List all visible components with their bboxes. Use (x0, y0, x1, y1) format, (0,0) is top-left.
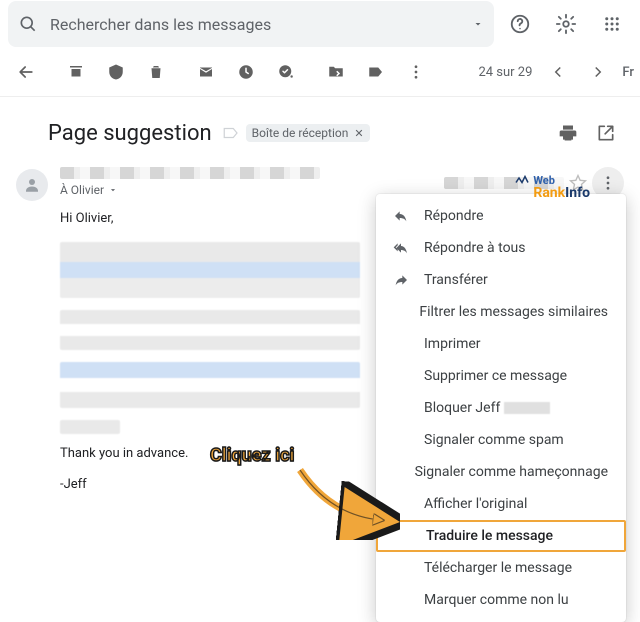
annotation-arrow (290, 460, 400, 540)
forward-icon (392, 272, 410, 288)
menu-translate-message[interactable]: Traduire le message (376, 520, 626, 552)
inbox-chip-remove-icon[interactable]: ✕ (354, 127, 363, 140)
search-icon (18, 14, 38, 34)
inbox-chip[interactable]: Boîte de réception ✕ (246, 124, 370, 142)
subject-title: Page suggestion (48, 121, 212, 146)
watermark-webrankinfo: Web RankInfo (533, 174, 590, 200)
sender-avatar (16, 169, 48, 201)
search-placeholder: Rechercher dans les messages (50, 15, 472, 34)
menu-print[interactable]: Imprimer (376, 328, 626, 360)
menu-report-spam[interactable]: Signaler comme spam (376, 424, 626, 456)
message-context-menu: Répondre Répondre à tous Transférer Filt… (376, 194, 626, 622)
menu-reply-all[interactable]: Répondre à tous (376, 232, 626, 264)
label-outline-icon (222, 124, 240, 142)
menu-block-sender[interactable]: Bloquer Jeff (376, 392, 626, 424)
snooze-button[interactable] (226, 52, 266, 92)
open-new-window-button[interactable] (588, 115, 624, 151)
body-redacted-block (60, 420, 120, 434)
more-actions-button[interactable] (396, 52, 436, 92)
delete-button[interactable] (136, 52, 176, 92)
inbox-chip-label: Boîte de réception (252, 126, 349, 140)
body-redacted-block (60, 242, 360, 298)
menu-reply[interactable]: Répondre (376, 200, 626, 232)
block-sender-name-redacted (504, 402, 550, 414)
newer-button[interactable] (578, 52, 618, 92)
menu-show-original[interactable]: Afficher l'original (376, 488, 626, 520)
menu-filter-similar[interactable]: Filtrer les messages similaires (376, 296, 626, 328)
report-spam-button[interactable] (96, 52, 136, 92)
menu-mark-unread[interactable]: Marquer comme non lu (376, 584, 626, 616)
sender-name-redacted (60, 167, 320, 179)
message-counter: 24 sur 29 (478, 65, 532, 80)
add-to-tasks-button[interactable] (266, 52, 306, 92)
back-arrow-button[interactable] (6, 52, 46, 92)
reply-icon (392, 208, 410, 224)
body-redacted-block (60, 310, 360, 350)
archive-button[interactable] (56, 52, 96, 92)
menu-report-phishing[interactable]: Signaler comme hameçonnage (376, 456, 626, 488)
older-button[interactable] (538, 52, 578, 92)
mark-unread-button[interactable] (186, 52, 226, 92)
move-to-button[interactable] (316, 52, 356, 92)
settings-gear-icon[interactable] (546, 4, 586, 44)
body-redacted-block (60, 362, 360, 408)
menu-delete-message[interactable]: Supprimer ce message (376, 360, 626, 392)
menu-forward[interactable]: Transférer (376, 264, 626, 296)
print-button[interactable] (550, 115, 586, 151)
apps-grid-icon[interactable] (592, 4, 632, 44)
chevron-down-icon (108, 185, 118, 195)
reply-all-icon (392, 240, 410, 256)
menu-download-message[interactable]: Télécharger le message (376, 552, 626, 584)
search-bar[interactable]: Rechercher dans les messages (8, 1, 494, 47)
search-options-dropdown-icon[interactable] (472, 18, 484, 30)
help-icon[interactable] (500, 4, 540, 44)
input-language-indicator[interactable]: Fr (622, 65, 634, 80)
annotation-callout: Cliquez ici (210, 445, 294, 466)
labels-button[interactable] (356, 52, 396, 92)
